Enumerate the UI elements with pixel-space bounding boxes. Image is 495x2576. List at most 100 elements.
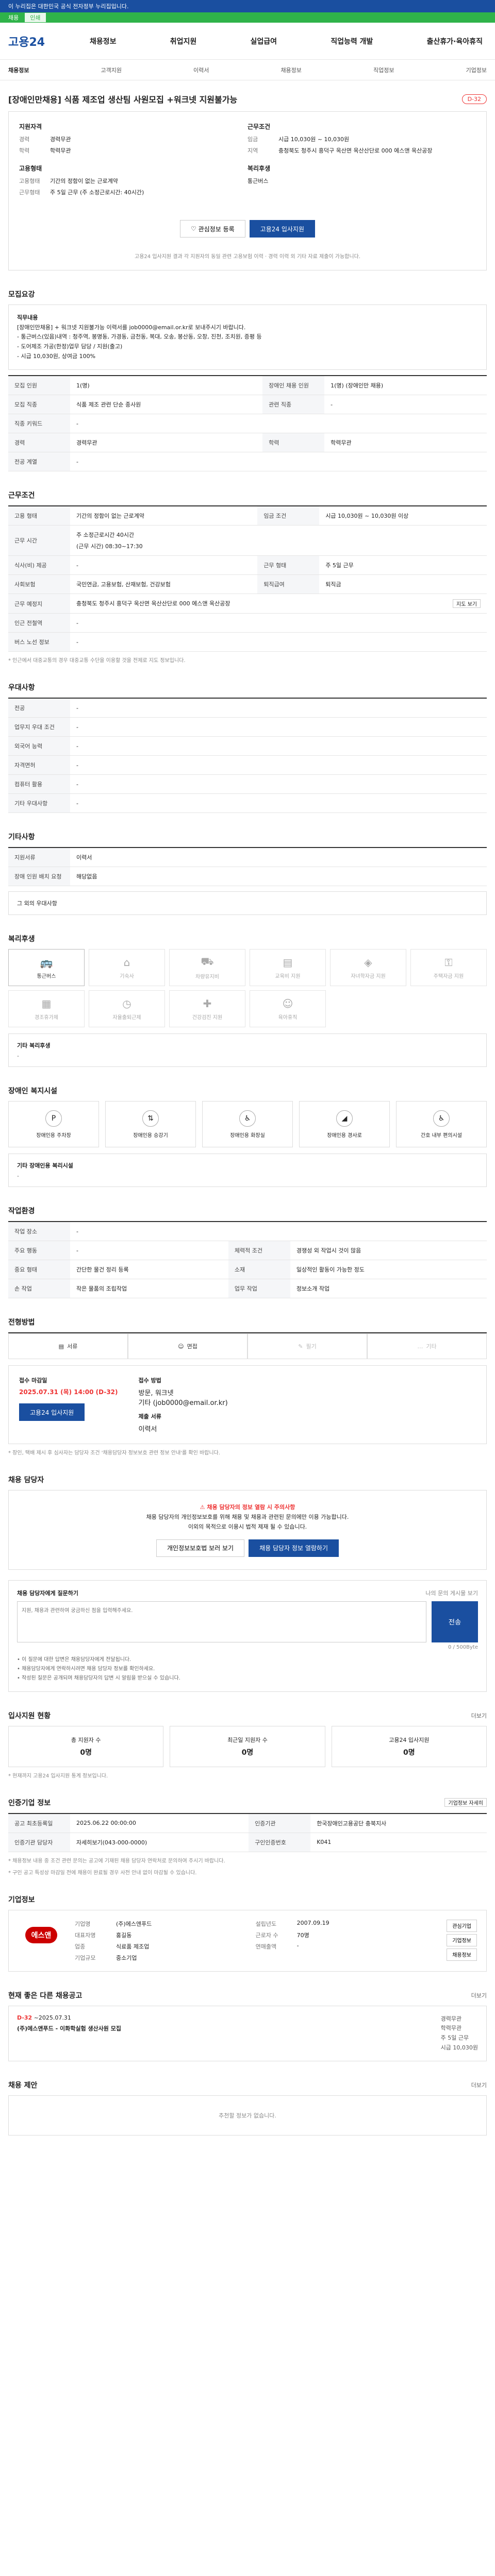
gnb-item[interactable]: 직업능력 개발: [326, 36, 377, 46]
summary-notice: 고용24 입사지원 결과 각 지원자의 동일 관련 고용보험 이력 · 경력 이…: [135, 254, 360, 260]
facility-item: ♿ 간호 내부 편의시설: [396, 1101, 487, 1148]
scrap-button[interactable]: ♡ 관심정보 등록: [180, 220, 245, 238]
summary-heading: 지원자격: [19, 123, 42, 130]
stat-card: 총 지원자 수 0명: [8, 1725, 164, 1767]
book-icon: ▤: [283, 956, 293, 969]
gnb-item[interactable]: 출산휴가·육아휴직: [423, 36, 487, 46]
welfare-item: 🚌 통근버스: [8, 949, 85, 987]
company-jobs-button[interactable]: 채용정보: [447, 1948, 477, 1961]
sub-nav: 채용정보 고객지원 이력서 채용정보 직업정보 기업정보: [0, 60, 495, 80]
more-link[interactable]: 더보기: [471, 1711, 487, 1720]
conditions-table: 고용 형태 기간의 정함이 없는 근로계약 임금 조건 시급 10,030원 ~ 10…: [8, 505, 487, 652]
gov-banner: 이 누리집은 대한민국 공식 전자정부 누리집입니다.: [0, 0, 495, 12]
other-extra: 그 외의 우대사항: [8, 891, 487, 916]
privacy-law-button[interactable]: 개인정보보호법 보러 보기: [156, 1539, 245, 1557]
more-link[interactable]: 더보기: [471, 1991, 487, 1999]
facility-item: P 장애인용 주차장: [8, 1101, 99, 1148]
gnb-item[interactable]: 취업지원: [166, 36, 201, 46]
welfare-item: ◷ 자율출퇴근제: [89, 990, 165, 1028]
subnav-item[interactable]: 채용정보: [8, 66, 29, 74]
restroom-icon: ♿: [239, 1110, 256, 1127]
baby-icon: ☺: [282, 997, 293, 1010]
job-summary: 지원자격 경력 경력무관 학력 학력무관 고용형태 고용형태 기간의 정함이 없는 근…: [8, 111, 487, 270]
empty-state: 추천할 정보가 없습니다.: [8, 2095, 487, 2136]
qa-box: 채용 담당자에게 질문하기 나의 문의 게시물 보기 전송 0 / 500Byt…: [8, 1580, 487, 1692]
section-title: 현재 좋은 다른 채용공고: [8, 1991, 82, 2000]
key-icon: ⚿: [444, 956, 453, 969]
house-icon: ⌂: [123, 956, 130, 969]
gnb-item[interactable]: 채용정보: [86, 36, 121, 46]
job-title: [장애인만채용] 식품 제조업 생산팀 사원모집 +워크넷 지원불가능: [8, 95, 238, 105]
method-interview: ☺ 면접: [128, 1333, 248, 1360]
company-logo: 에스앤: [18, 1920, 64, 1951]
other-job-card[interactable]: D-32 ~2025.07.31 (주)에스앤푸드 - 이화학실험 생산사원 모…: [8, 2005, 487, 2062]
site-logo[interactable]: 고용24: [8, 33, 86, 49]
stat-card: 고용24 입사지원 0명: [331, 1725, 487, 1767]
subnav-item[interactable]: 기업정보: [466, 66, 486, 74]
subnav-item[interactable]: 직업정보: [373, 66, 394, 74]
summary-heading: 복리후생: [248, 165, 271, 172]
person-icon: ☺: [178, 1343, 184, 1350]
company-detail-button[interactable]: 기업정보 자세히: [444, 1798, 487, 1807]
section-title: 채용 담당자: [8, 1476, 44, 1485]
recruit-table: 모집 인원 1(명) 장애인 채용 인원 1(명) (장애인만 채용) 모집 직종 식품…: [8, 375, 487, 472]
subnav-item[interactable]: 이력서: [193, 66, 209, 74]
welfare-item: ⛟ 차량유지비: [169, 949, 245, 987]
welfare-item: ✚ 건강검진 지원: [169, 990, 245, 1028]
section-title: 인증기업 정보: [8, 1799, 51, 1807]
send-question-button[interactable]: 전송: [432, 1601, 478, 1642]
subnav-item[interactable]: 채용정보: [280, 66, 301, 74]
subnav-item[interactable]: 고객지원: [101, 66, 122, 74]
receipt-info: 접수 마감일 2025.07.31 (목) 14:00 (D-32) 고용24 …: [8, 1365, 487, 1445]
favorite-company-button[interactable]: 관심기업: [447, 1919, 477, 1932]
heart-icon: ♡: [191, 225, 196, 232]
wheelchair-icon: ♿: [433, 1110, 450, 1127]
my-questions-link[interactable]: 나의 문의 게시물 보기: [425, 1589, 478, 1597]
welfare-extra: 기타 복리후생 -: [8, 1033, 487, 1067]
apply-button[interactable]: 고용24 입사지원: [249, 220, 315, 238]
bus-icon: 🚌: [40, 956, 53, 969]
car-icon: ⛟: [201, 955, 214, 968]
workplace-table: 작업 장소 - 주요 행동 - 체력적 조건 경쟁성 외 작업시 것이 많음 중요 형태…: [8, 1221, 487, 1299]
gnb-item[interactable]: 실업급여: [246, 36, 282, 46]
welfare-item: ⌂ 기숙사: [89, 949, 165, 987]
facility-grid: P 장애인용 주차장 ⇅ 장애인용 승강기 ♿ 장애인용 화장실 ◢ 장애인용 경사로 …: [8, 1101, 487, 1148]
category-bar: 채용 인쇄: [0, 12, 495, 23]
facility-item: ♿ 장애인용 화장실: [202, 1101, 293, 1148]
stat-card: 최근일 지원자 수 0명: [170, 1725, 325, 1767]
dday-badge: D-32: [461, 94, 487, 104]
print-button[interactable]: 인쇄: [25, 13, 46, 22]
global-nav: 채용정보 취업지원 실업급여 직업능력 개발 출산휴가·육아휴직: [86, 36, 487, 46]
method-document: ▤ 서류: [8, 1333, 128, 1360]
section-title: 우대사항: [8, 684, 35, 692]
apply-button-2[interactable]: 고용24 입사지원: [19, 1403, 85, 1421]
stats-grid: 총 지원자 수 0명 최근일 지원자 수 0명 고용24 입사지원 0명: [8, 1725, 487, 1767]
view-contact-button[interactable]: 채용 담당자 정보 열람하기: [249, 1539, 339, 1557]
summary-heading: 고용형태: [19, 165, 42, 172]
facility-item: ⇅ 장애인용 승강기: [105, 1101, 196, 1148]
method-tabs: ▤ 서류 ☺ 면접 ✎ 필기 … 기타: [8, 1332, 487, 1360]
pencil-icon: ✎: [298, 1343, 303, 1350]
map-button[interactable]: 지도 보기: [453, 599, 481, 608]
section-title: 기업정보: [8, 1895, 35, 1904]
parking-icon: P: [45, 1110, 62, 1127]
welfare-item: ☺ 육아휴직: [250, 990, 326, 1028]
welfare-item: ▦ 경조휴가제: [8, 990, 85, 1028]
welfare-grid: 🚌 통근버스 ⌂ 기숙사 ⛟ 차량유지비 ▤ 교육비 지원 ◈ 자녀학자금 지원 ⚿ 주택자…: [8, 949, 487, 1028]
section-title: 기타사항: [8, 833, 35, 842]
method-etc: … 기타: [367, 1333, 487, 1360]
site-header: 고용24 채용정보 취업지원 실업급여 직업능력 개발 출산휴가·육아휴직: [0, 23, 495, 60]
summary-heading: 근무조건: [248, 123, 271, 130]
elevator-icon: ⇅: [142, 1110, 159, 1127]
cap-icon: ◈: [364, 956, 372, 969]
company-box: 에스앤 기업명 (주)에스앤푸드 설립년도 2007.09.19 대표자명 홍길동 근로자…: [8, 1909, 487, 1972]
warning-icon: ⚠: [200, 1504, 205, 1511]
more-link[interactable]: 더보기: [471, 2081, 487, 2089]
more-icon: …: [417, 1343, 423, 1350]
welfare-item: ▤ 교육비 지원: [250, 949, 326, 987]
clock-icon: ◷: [122, 997, 131, 1010]
company-info-button[interactable]: 기업정보: [447, 1934, 477, 1946]
section-title: 전형방법: [8, 1318, 35, 1327]
section-title: 입사지원 현황: [8, 1711, 51, 1720]
question-input[interactable]: [17, 1601, 426, 1642]
